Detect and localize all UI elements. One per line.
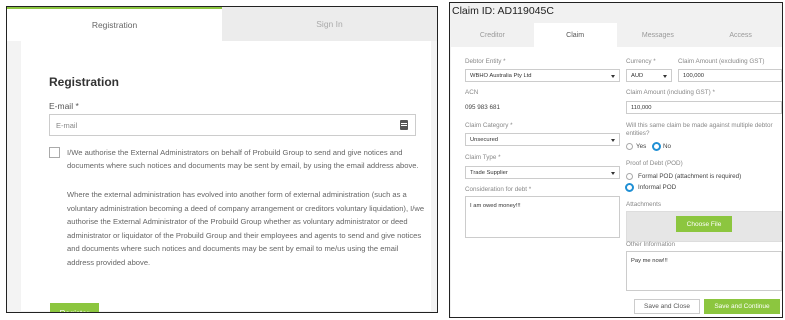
- formal-pod-label: Formal POD (attachment is required): [638, 173, 742, 180]
- save-and-continue-button[interactable]: Save and Continue: [704, 299, 780, 314]
- save-and-close-button[interactable]: Save and Close: [634, 299, 700, 314]
- informal-pod-label: Informal POD: [638, 184, 677, 191]
- claim-type-value: Trade Supplier: [470, 169, 508, 176]
- authorise-text: I/We authorise the External Administrato…: [67, 148, 419, 170]
- external-admin-text: Where the external administration has ev…: [67, 190, 425, 267]
- claim-amount-input[interactable]: 100,000: [678, 69, 782, 82]
- claim-form: Debtor Entity * WBHO Australia Pty Ltd A…: [451, 47, 782, 317]
- chevron-down-icon: [611, 138, 615, 142]
- tab-messages[interactable]: Messages: [616, 23, 700, 47]
- claim-amount-incl-label: Claim Amount (including GST) *: [626, 89, 715, 96]
- attachments-label: Attachments: [626, 201, 661, 208]
- registration-tabs: Registration Sign In: [7, 7, 437, 41]
- email-field-wrapper: [49, 114, 416, 136]
- radio-no[interactable]: [652, 142, 661, 151]
- claim-tabs: Creditor Claim Messages Access: [451, 23, 782, 47]
- other-info-value: Pay me now!!!: [631, 258, 668, 264]
- radio-informal-pod[interactable]: [625, 183, 634, 192]
- claim-amount-value: 100,000: [683, 72, 704, 79]
- currency-value: AUD: [631, 72, 644, 79]
- claim-category-label: Claim Category *: [465, 122, 513, 129]
- no-label: No: [663, 143, 672, 150]
- registration-form: Registration E-mail * I/We authorise the…: [21, 41, 431, 312]
- claim-amount-label: Claim Amount (excluding GST): [678, 58, 765, 65]
- choose-file-button[interactable]: Choose File: [676, 216, 732, 232]
- claim-id-title: Claim ID: AD119045C: [452, 5, 554, 17]
- radio-yes[interactable]: [626, 143, 633, 150]
- debtor-entity-select[interactable]: WBHO Australia Pty Ltd: [465, 69, 620, 82]
- currency-label: Currency *: [626, 58, 656, 65]
- consideration-value: I am owed money!!!: [470, 203, 521, 209]
- acn-label: ACN: [465, 89, 479, 96]
- consideration-label: Consideration for debt *: [465, 186, 532, 193]
- other-info-label: Other Information: [626, 241, 675, 248]
- acn-value: 095 983 681: [465, 104, 501, 111]
- radio-formal-pod[interactable]: [626, 173, 633, 180]
- consideration-textarea[interactable]: I am owed money!!!: [465, 196, 620, 238]
- currency-select[interactable]: AUD: [626, 69, 672, 82]
- chevron-down-icon: [663, 74, 667, 78]
- chevron-down-icon: [611, 74, 615, 78]
- claim-category-value: Unsecured: [470, 136, 499, 143]
- claim-type-label: Claim Type *: [465, 154, 501, 161]
- page-title: Registration: [49, 75, 120, 89]
- tab-sign-in[interactable]: Sign In: [222, 7, 437, 41]
- registration-panel: Registration Sign In Registration E-mail…: [6, 6, 438, 313]
- debtor-entity-value: WBHO Australia Pty Ltd: [470, 72, 532, 79]
- authorise-checkbox[interactable]: [49, 147, 60, 158]
- claim-category-select[interactable]: Unsecured: [465, 133, 620, 146]
- debtor-entity-label: Debtor Entity *: [465, 58, 506, 65]
- claim-amount-incl-input[interactable]: 110,000: [626, 101, 782, 114]
- claim-amount-incl-value: 110,000: [631, 104, 652, 111]
- email-label: E-mail *: [49, 101, 79, 111]
- register-button[interactable]: Register: [50, 303, 99, 312]
- email-field[interactable]: [56, 115, 386, 136]
- other-info-textarea[interactable]: Pay me now!!!: [626, 251, 782, 291]
- tab-claim[interactable]: Claim: [533, 23, 617, 47]
- tab-registration[interactable]: Registration: [7, 7, 222, 41]
- multiple-debtor-question: Will this same claim be made against mul…: [626, 122, 773, 137]
- contact-card-icon: [400, 120, 408, 130]
- chevron-down-icon: [611, 171, 615, 175]
- pod-label: Proof of Debt (POD): [626, 160, 683, 167]
- claim-panel: Claim ID: AD119045C Creditor Claim Messa…: [449, 2, 783, 318]
- yes-label: Yes: [636, 143, 647, 150]
- claim-type-select[interactable]: Trade Supplier: [465, 166, 620, 179]
- tab-creditor[interactable]: Creditor: [451, 23, 534, 47]
- tab-access[interactable]: Access: [699, 23, 782, 47]
